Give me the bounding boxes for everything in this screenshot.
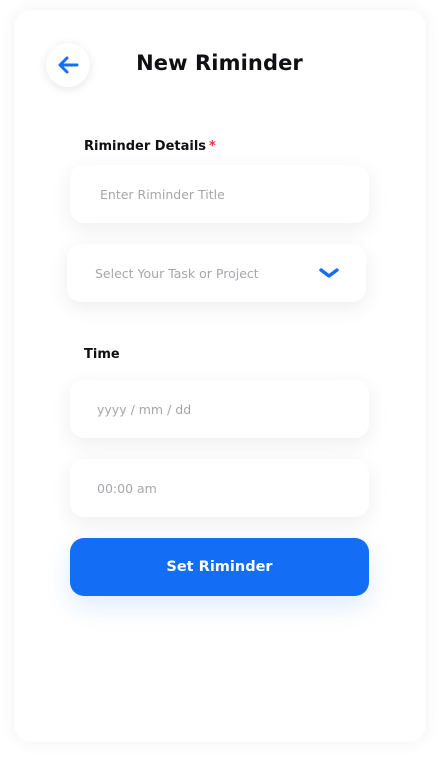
date-input[interactable]	[95, 400, 369, 418]
task-project-select[interactable]: Select Your Task or Project	[67, 244, 366, 302]
reminder-details-label-text: Riminder Details	[84, 139, 207, 154]
required-asterisk: *	[209, 139, 216, 154]
set-reminder-button[interactable]: Set Riminder	[70, 538, 369, 596]
page-title: New Riminder	[136, 51, 303, 75]
time-label: Time	[84, 347, 120, 362]
time-field[interactable]	[70, 459, 369, 517]
date-field[interactable]	[70, 380, 369, 438]
reminder-title-field[interactable]	[70, 165, 369, 223]
reminder-details-label: Riminder Details *	[84, 139, 216, 154]
reminder-title-input[interactable]	[98, 185, 369, 203]
task-project-select-placeholder: Select Your Task or Project	[95, 265, 259, 281]
chevron-down-icon	[318, 267, 340, 279]
reminder-card	[14, 10, 426, 742]
time-input[interactable]	[95, 479, 369, 497]
